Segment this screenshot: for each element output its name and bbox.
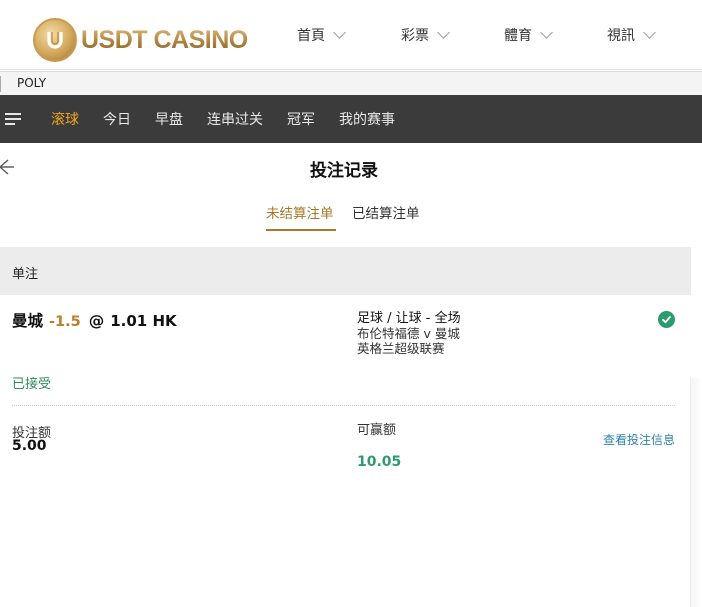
bet-handicap: -1.5	[49, 314, 81, 330]
section-header-single-bets: 单注	[0, 247, 691, 295]
chevron-down-icon	[540, 26, 553, 39]
site-logo[interactable]: USDT CASINO	[33, 16, 248, 64]
chevron-down-icon	[437, 26, 450, 39]
usdt-coin-icon	[33, 18, 77, 62]
bet-selection: 曼城 -1.5 @1.01 HK	[12, 309, 177, 331]
tab-in-play[interactable]: 滚球	[51, 109, 79, 129]
provider-bar: POLY	[0, 71, 702, 95]
active-tab-underline	[266, 229, 336, 231]
tab-my-events[interactable]: 我的赛事	[339, 109, 395, 129]
hamburger-menu-icon[interactable]	[5, 112, 25, 126]
chevron-down-icon	[333, 26, 346, 39]
tab-parlay[interactable]: 连串过关	[207, 109, 263, 129]
tab-today[interactable]: 今日	[103, 109, 131, 129]
nav-item-label: 視訊	[607, 28, 635, 44]
side-panel-edge	[690, 378, 702, 607]
bet-status-tabs: 未结算注单 已结算注单	[0, 202, 702, 232]
potential-win-value: 10.05	[357, 454, 402, 470]
nav-item-label: 彩票	[401, 28, 429, 44]
bet-market: 足球 / 让球 - 全场	[357, 311, 461, 326]
sport-tab-bar: 滚球 今日 早盘 连串过关 冠军 我的赛事	[0, 95, 702, 143]
check-circle-icon	[658, 311, 675, 328]
site-header: USDT CASINO 首頁 彩票 體育 視訊	[0, 0, 702, 70]
section-title: 单注	[12, 267, 39, 282]
bet-at-symbol: @	[88, 312, 105, 330]
provider-label: POLY	[17, 76, 47, 90]
tab-early[interactable]: 早盘	[155, 109, 183, 129]
chevron-down-icon	[643, 26, 656, 39]
divider	[12, 405, 675, 406]
bet-league: 英格兰超级联赛	[357, 341, 445, 356]
bet-detail: 足球 / 让球 - 全场 布伦特福德 v 曼城 英格兰超级联赛	[357, 311, 617, 356]
page-title: 投注记录	[310, 161, 378, 181]
nav-item-home[interactable]: 首頁	[297, 0, 400, 70]
nav-item-lottery[interactable]: 彩票	[401, 0, 504, 70]
tab-unsettled-bets[interactable]: 未结算注单	[266, 202, 334, 222]
bet-match: 布伦特福德 v 曼城	[357, 326, 460, 341]
potential-win-label: 可赢额	[357, 423, 397, 438]
tab-outright[interactable]: 冠军	[287, 109, 315, 129]
provider-bar-divider	[0, 76, 1, 92]
nav-item-live-video[interactable]: 視訊	[607, 0, 702, 70]
bet-status: 已接受	[12, 377, 52, 392]
nav-item-label: 首頁	[297, 28, 325, 44]
stake-value: 5.00	[12, 438, 47, 454]
nav-item-sports[interactable]: 體育	[504, 0, 607, 70]
view-bet-info-link[interactable]: 查看投注信息	[603, 431, 675, 448]
bet-selection-team: 曼城	[12, 312, 44, 330]
logo-text: USDT CASINO	[81, 25, 248, 54]
bet-odds: 1.01 HK	[110, 312, 177, 330]
tab-settled-bets[interactable]: 已结算注单	[352, 202, 420, 222]
nav-item-label: 體育	[504, 28, 532, 44]
